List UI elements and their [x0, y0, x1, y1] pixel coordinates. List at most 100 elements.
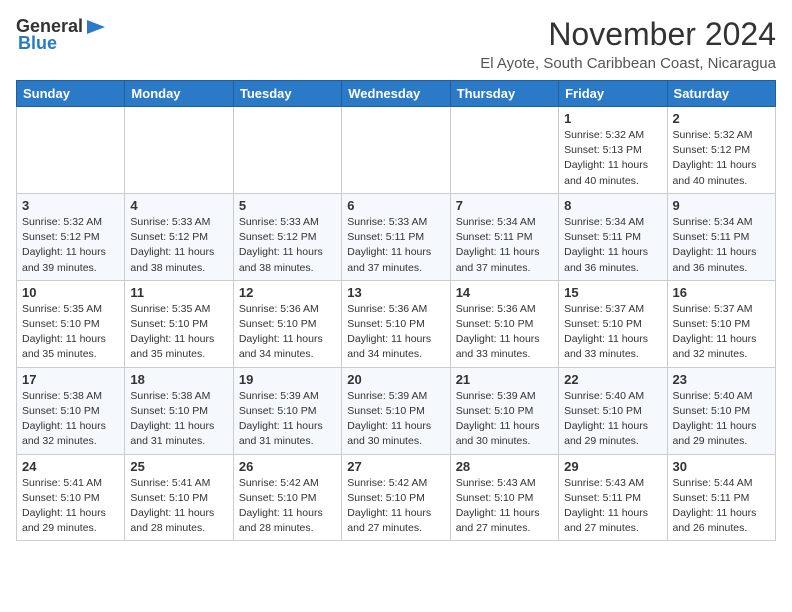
calendar-day-cell: 17 Sunrise: 5:38 AM Sunset: 5:10 PM Dayli… — [17, 367, 125, 454]
day-info: Sunrise: 5:38 AM Sunset: 5:10 PM Dayligh… — [130, 389, 227, 450]
day-info: Sunrise: 5:33 AM Sunset: 5:11 PM Dayligh… — [347, 215, 444, 276]
day-info: Sunrise: 5:40 AM Sunset: 5:10 PM Dayligh… — [564, 389, 661, 450]
day-info: Sunrise: 5:36 AM Sunset: 5:10 PM Dayligh… — [456, 302, 553, 363]
day-info: Sunrise: 5:40 AM Sunset: 5:10 PM Dayligh… — [673, 389, 770, 450]
calendar-day-cell: 14 Sunrise: 5:36 AM Sunset: 5:10 PM Dayli… — [450, 280, 558, 367]
day-number: 19 — [239, 372, 336, 387]
logo-blue: Blue — [18, 33, 57, 54]
day-number: 10 — [22, 285, 119, 300]
title-area: November 2024 El Ayote, South Caribbean … — [480, 16, 776, 72]
calendar-day-cell: 2Sunrise: 5:32 AM Sunset: 5:12 PM Daylig… — [667, 107, 775, 194]
day-info: Sunrise: 5:42 AM Sunset: 5:10 PM Dayligh… — [347, 476, 444, 537]
day-info: Sunrise: 5:38 AM Sunset: 5:10 PM Dayligh… — [22, 389, 119, 450]
page-header: General Blue November 2024 El Ayote, Sou… — [16, 16, 776, 72]
day-info: Sunrise: 5:42 AM Sunset: 5:10 PM Dayligh… — [239, 476, 336, 537]
day-info: Sunrise: 5:39 AM Sunset: 5:10 PM Dayligh… — [456, 389, 553, 450]
calendar-week-row: 1Sunrise: 5:32 AM Sunset: 5:13 PM Daylig… — [17, 107, 776, 194]
calendar-day-cell: 11 Sunrise: 5:35 AM Sunset: 5:10 PM Dayli… — [125, 280, 233, 367]
calendar-day-cell — [17, 107, 125, 194]
day-number: 26 — [239, 459, 336, 474]
month-title: November 2024 — [480, 16, 776, 53]
calendar-day-cell: 9 Sunrise: 5:34 AM Sunset: 5:11 PM Daylig… — [667, 193, 775, 280]
day-info: Sunrise: 5:43 AM Sunset: 5:10 PM Dayligh… — [456, 476, 553, 537]
header-sunday: Sunday — [17, 81, 125, 107]
calendar-day-cell — [342, 107, 450, 194]
calendar-day-cell: 29 Sunrise: 5:43 AM Sunset: 5:11 PM Dayli… — [559, 454, 667, 541]
calendar-day-cell: 1Sunrise: 5:32 AM Sunset: 5:13 PM Daylig… — [559, 107, 667, 194]
calendar-day-cell: 3Sunrise: 5:32 AM Sunset: 5:12 PM Daylig… — [17, 193, 125, 280]
calendar-day-cell: 28 Sunrise: 5:43 AM Sunset: 5:10 PM Dayli… — [450, 454, 558, 541]
day-number: 12 — [239, 285, 336, 300]
day-info: Sunrise: 5:33 AM Sunset: 5:12 PM Dayligh… — [130, 215, 227, 276]
calendar-day-cell: 13Sunrise: 5:36 AM Sunset: 5:10 PM Dayli… — [342, 280, 450, 367]
calendar-day-cell: 21 Sunrise: 5:39 AM Sunset: 5:10 PM Dayli… — [450, 367, 558, 454]
calendar-week-row: 3Sunrise: 5:32 AM Sunset: 5:12 PM Daylig… — [17, 193, 776, 280]
day-number: 22 — [564, 372, 661, 387]
calendar-day-cell: 15Sunrise: 5:37 AM Sunset: 5:10 PM Dayli… — [559, 280, 667, 367]
day-number: 6 — [347, 198, 444, 213]
day-info: Sunrise: 5:35 AM Sunset: 5:10 PM Dayligh… — [130, 302, 227, 363]
header-tuesday: Tuesday — [233, 81, 341, 107]
day-info: Sunrise: 5:41 AM Sunset: 5:10 PM Dayligh… — [130, 476, 227, 537]
day-number: 28 — [456, 459, 553, 474]
calendar-day-cell: 7Sunrise: 5:34 AM Sunset: 5:11 PM Daylig… — [450, 193, 558, 280]
day-info: Sunrise: 5:35 AM Sunset: 5:10 PM Dayligh… — [22, 302, 119, 363]
calendar-day-cell: 25 Sunrise: 5:41 AM Sunset: 5:10 PM Dayli… — [125, 454, 233, 541]
calendar-day-cell: 16 Sunrise: 5:37 AM Sunset: 5:10 PM Dayli… — [667, 280, 775, 367]
calendar-day-cell: 6 Sunrise: 5:33 AM Sunset: 5:11 PM Daylig… — [342, 193, 450, 280]
day-number: 5 — [239, 198, 336, 213]
calendar-day-cell: 20Sunrise: 5:39 AM Sunset: 5:10 PM Dayli… — [342, 367, 450, 454]
day-number: 18 — [130, 372, 227, 387]
day-info: Sunrise: 5:32 AM Sunset: 5:12 PM Dayligh… — [22, 215, 119, 276]
day-number: 4 — [130, 198, 227, 213]
calendar-day-cell: 18 Sunrise: 5:38 AM Sunset: 5:10 PM Dayli… — [125, 367, 233, 454]
calendar-day-cell: 12 Sunrise: 5:36 AM Sunset: 5:10 PM Dayli… — [233, 280, 341, 367]
day-number: 11 — [130, 285, 227, 300]
calendar-day-cell: 5 Sunrise: 5:33 AM Sunset: 5:12 PM Daylig… — [233, 193, 341, 280]
calendar-day-cell: 4 Sunrise: 5:33 AM Sunset: 5:12 PM Daylig… — [125, 193, 233, 280]
day-info: Sunrise: 5:39 AM Sunset: 5:10 PM Dayligh… — [347, 389, 444, 450]
day-number: 16 — [673, 285, 770, 300]
calendar-day-cell — [233, 107, 341, 194]
location-title: El Ayote, South Caribbean Coast, Nicarag… — [480, 55, 776, 72]
day-info: Sunrise: 5:37 AM Sunset: 5:10 PM Dayligh… — [673, 302, 770, 363]
day-number: 1 — [564, 111, 661, 126]
header-saturday: Saturday — [667, 81, 775, 107]
calendar-day-cell: 30 Sunrise: 5:44 AM Sunset: 5:11 PM Dayli… — [667, 454, 775, 541]
calendar-day-cell: 23 Sunrise: 5:40 AM Sunset: 5:10 PM Dayli… — [667, 367, 775, 454]
day-number: 14 — [456, 285, 553, 300]
logo: General Blue — [16, 16, 107, 54]
calendar-week-row: 17 Sunrise: 5:38 AM Sunset: 5:10 PM Dayli… — [17, 367, 776, 454]
day-info: Sunrise: 5:33 AM Sunset: 5:12 PM Dayligh… — [239, 215, 336, 276]
day-info: Sunrise: 5:34 AM Sunset: 5:11 PM Dayligh… — [456, 215, 553, 276]
header-wednesday: Wednesday — [342, 81, 450, 107]
day-number: 29 — [564, 459, 661, 474]
calendar-week-row: 24Sunrise: 5:41 AM Sunset: 5:10 PM Dayli… — [17, 454, 776, 541]
day-number: 9 — [673, 198, 770, 213]
day-number: 13 — [347, 285, 444, 300]
header-thursday: Thursday — [450, 81, 558, 107]
day-info: Sunrise: 5:36 AM Sunset: 5:10 PM Dayligh… — [239, 302, 336, 363]
day-number: 27 — [347, 459, 444, 474]
day-info: Sunrise: 5:43 AM Sunset: 5:11 PM Dayligh… — [564, 476, 661, 537]
day-number: 15 — [564, 285, 661, 300]
logo-flag-icon — [85, 18, 107, 36]
calendar-day-cell: 10 Sunrise: 5:35 AM Sunset: 5:10 PM Dayli… — [17, 280, 125, 367]
day-number: 21 — [456, 372, 553, 387]
day-info: Sunrise: 5:41 AM Sunset: 5:10 PM Dayligh… — [22, 476, 119, 537]
day-number: 17 — [22, 372, 119, 387]
calendar-day-cell: 8Sunrise: 5:34 AM Sunset: 5:11 PM Daylig… — [559, 193, 667, 280]
calendar-day-cell — [450, 107, 558, 194]
day-number: 30 — [673, 459, 770, 474]
calendar-day-cell: 27 Sunrise: 5:42 AM Sunset: 5:10 PM Dayli… — [342, 454, 450, 541]
day-number: 23 — [673, 372, 770, 387]
calendar-day-cell — [125, 107, 233, 194]
calendar-day-cell: 24Sunrise: 5:41 AM Sunset: 5:10 PM Dayli… — [17, 454, 125, 541]
header-friday: Friday — [559, 81, 667, 107]
header-monday: Monday — [125, 81, 233, 107]
day-info: Sunrise: 5:44 AM Sunset: 5:11 PM Dayligh… — [673, 476, 770, 537]
calendar-day-cell: 26 Sunrise: 5:42 AM Sunset: 5:10 PM Dayli… — [233, 454, 341, 541]
calendar-header-row: SundayMondayTuesdayWednesdayThursdayFrid… — [17, 81, 776, 107]
day-info: Sunrise: 5:34 AM Sunset: 5:11 PM Dayligh… — [673, 215, 770, 276]
day-number: 25 — [130, 459, 227, 474]
